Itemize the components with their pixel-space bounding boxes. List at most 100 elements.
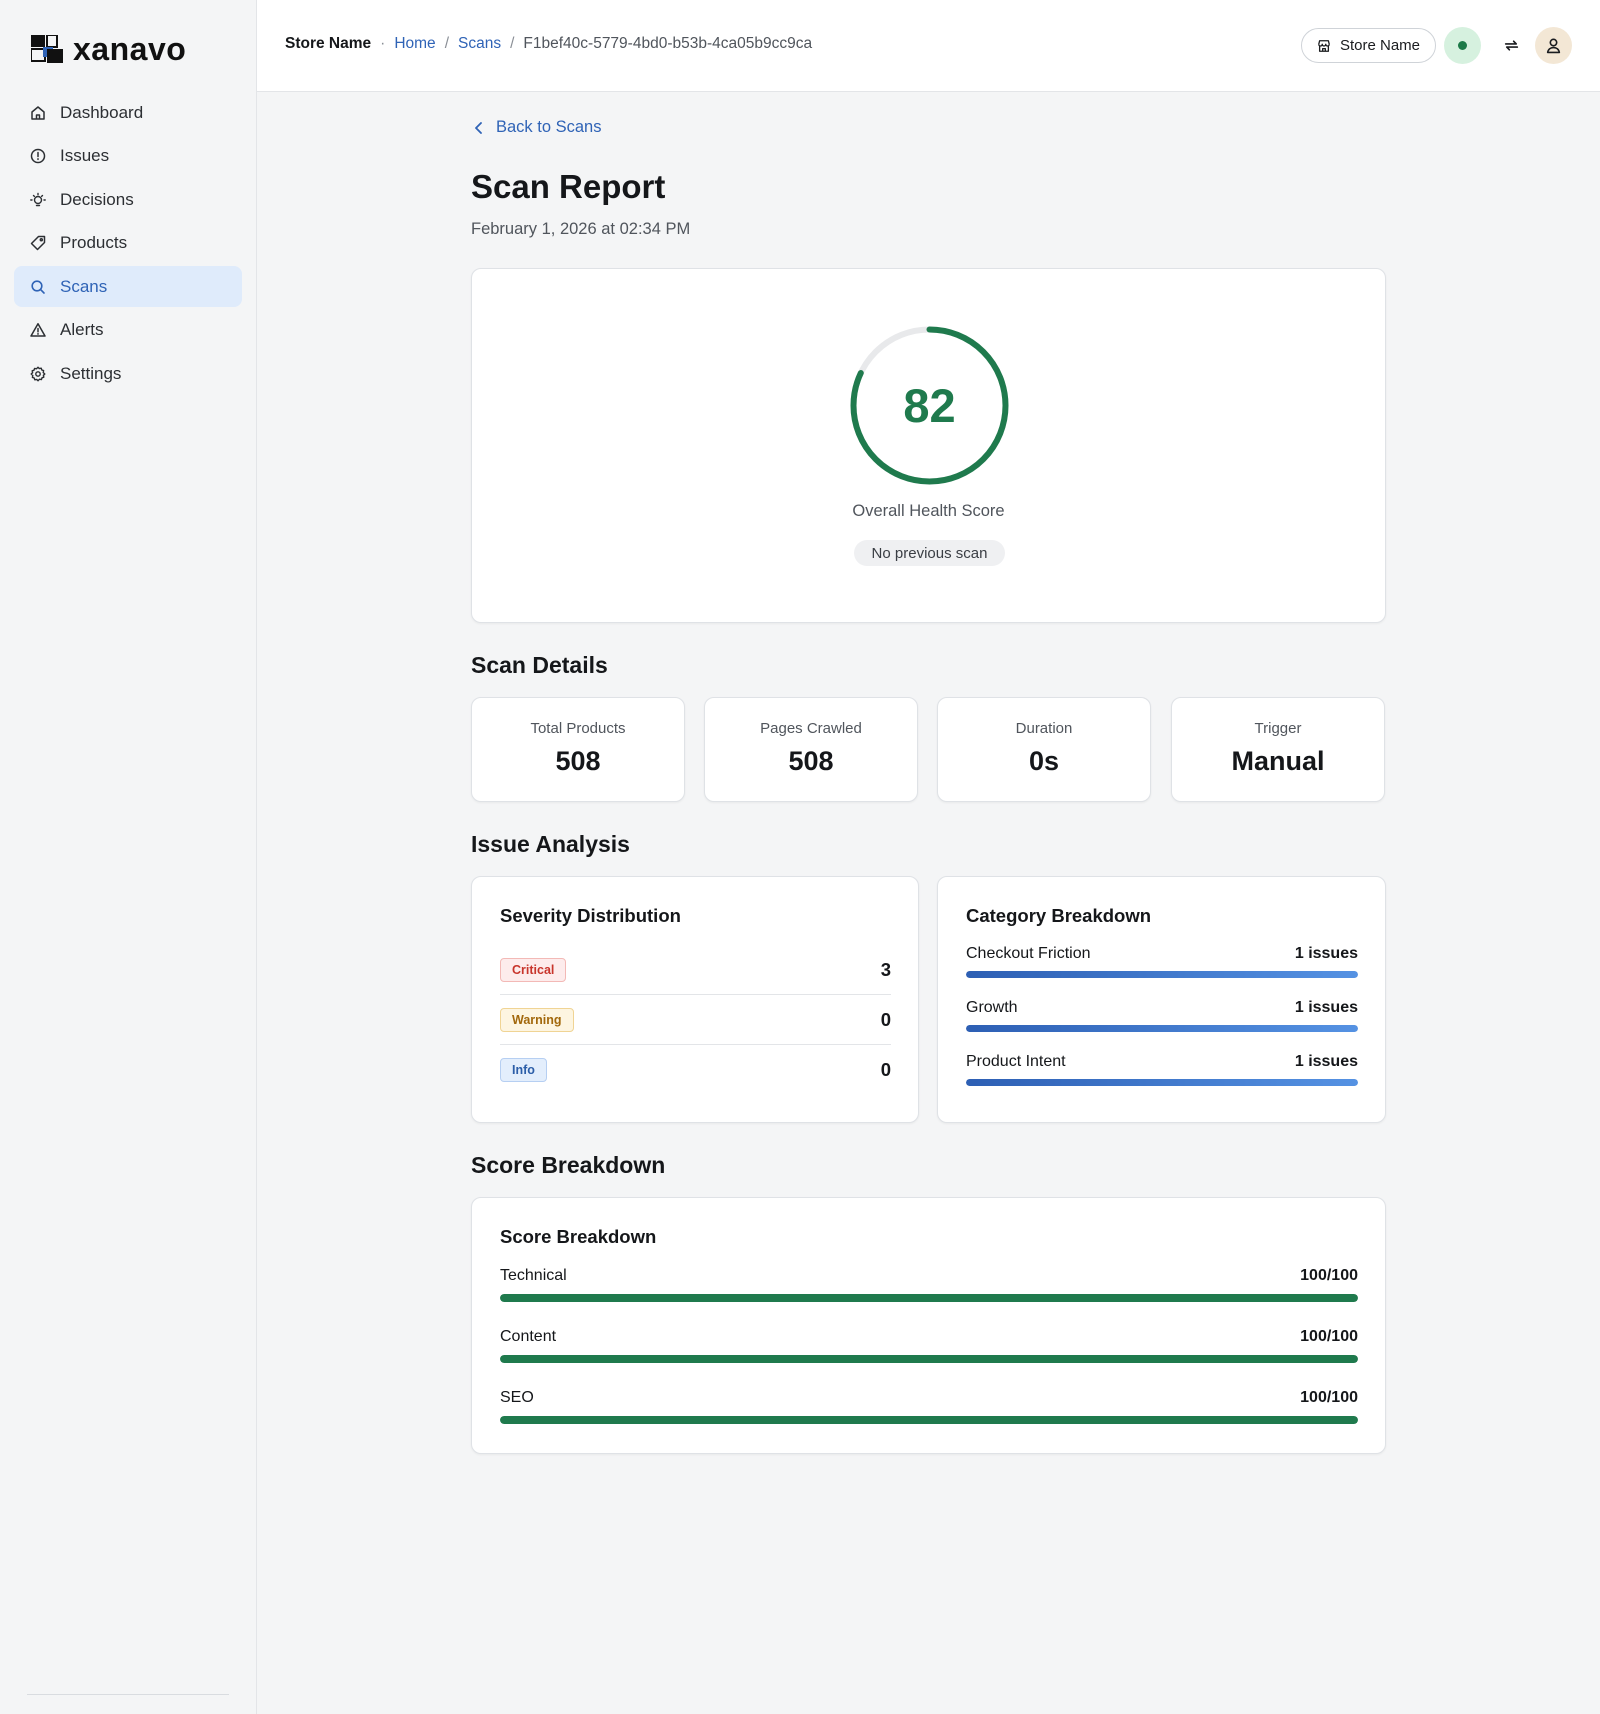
category-label: Product Intent xyxy=(966,1053,1066,1070)
search-icon xyxy=(31,279,45,294)
score-row-seo: SEO 100/100 xyxy=(500,1389,1358,1424)
category-label: Checkout Friction xyxy=(966,945,1091,962)
score-value: 100/100 xyxy=(1300,1267,1358,1284)
score-breakdown-card: Score Breakdown Technical 100/100 Content… xyxy=(471,1197,1386,1454)
score-bar-track xyxy=(500,1416,1358,1424)
category-breakdown-card: Category Breakdown Checkout Friction 1 is… xyxy=(937,876,1386,1123)
back-to-scans-link[interactable]: Back to Scans xyxy=(474,118,601,137)
score-label: SEO xyxy=(500,1389,534,1406)
category-bar-track xyxy=(966,1025,1358,1032)
logo-icon xyxy=(31,34,63,63)
breadcrumb-current: F1bef40c-5779-4bd0-b53b-4ca05b9cc9ca xyxy=(523,35,813,52)
breadcrumb-separator: / xyxy=(510,35,515,52)
category-bar-fill xyxy=(966,971,1358,978)
severity-row-warning: Warning 0 xyxy=(500,995,891,1045)
stat-card-duration: Duration 0s xyxy=(937,697,1151,802)
health-score-value: 82 xyxy=(903,379,956,432)
health-score-card: 82 Overall Health Score No previous scan xyxy=(471,268,1386,623)
severity-count: 3 xyxy=(880,958,891,980)
scan-details-heading: Scan Details xyxy=(471,652,608,678)
warning-triangle-icon xyxy=(30,323,46,337)
sidebar-item-label: Products xyxy=(60,233,128,252)
tag-icon xyxy=(30,235,46,251)
logo[interactable]: xanavo xyxy=(31,31,186,68)
category-value: 1 issues xyxy=(1294,999,1358,1016)
card-title: Score Breakdown xyxy=(500,1226,657,1247)
sidebar: xanavo Dashboard Issues Decisions Produc… xyxy=(0,0,257,1714)
sidebar-item-label: Scans xyxy=(60,276,108,296)
sidebar-item-products[interactable]: Products xyxy=(14,223,242,264)
stat-card-total-products: Total Products 508 xyxy=(471,697,685,802)
user-icon xyxy=(1546,38,1561,54)
alert-circle-icon xyxy=(30,148,46,164)
category-bar-track xyxy=(966,1079,1358,1086)
stat-label: Duration xyxy=(1015,720,1073,737)
score-label: Technical xyxy=(500,1267,567,1284)
category-row-growth: Growth 1 issues xyxy=(966,999,1358,1032)
stat-value: 508 xyxy=(555,746,601,776)
breadcrumb-home-link[interactable]: Home xyxy=(394,35,435,53)
category-bar-fill xyxy=(966,1025,1358,1032)
sidebar-divider xyxy=(27,1694,229,1695)
severity-count: 0 xyxy=(880,1059,891,1080)
score-row-content: Content 100/100 xyxy=(500,1328,1358,1363)
store-switcher-label: Store Name xyxy=(1339,37,1421,54)
sidebar-item-scans[interactable]: Scans xyxy=(14,266,242,307)
score-bar-track xyxy=(500,1294,1358,1302)
category-bar-track xyxy=(966,971,1358,978)
stat-value: Manual xyxy=(1231,746,1325,776)
warning-badge: Warning xyxy=(500,1007,574,1032)
category-bar-fill xyxy=(966,1079,1358,1086)
breadcrumb-scans-link[interactable]: Scans xyxy=(458,35,501,53)
severity-distribution-card: Severity Distribution Critical 3 Warning… xyxy=(471,876,919,1123)
stat-value: 0s xyxy=(1028,746,1060,776)
severity-count: 0 xyxy=(880,1008,891,1030)
stat-label: Total Products xyxy=(530,720,626,737)
store-switcher-button[interactable]: Store Name xyxy=(1301,28,1436,63)
critical-badge: Critical xyxy=(500,957,567,982)
card-title: Category Breakdown xyxy=(966,905,1152,926)
category-label: Growth xyxy=(966,999,1018,1016)
top-header: Store Name · Home / Scans / F1bef40c-577… xyxy=(257,0,1600,92)
score-bar-track xyxy=(500,1355,1358,1363)
sidebar-item-label: Dashboard xyxy=(60,102,144,122)
refresh-icon xyxy=(1504,40,1519,51)
score-bar-fill xyxy=(500,1355,1358,1363)
card-title: Severity Distribution xyxy=(500,905,681,926)
info-badge: Info xyxy=(500,1058,547,1082)
stat-label: Pages Crawled xyxy=(760,720,862,737)
sidebar-item-dashboard[interactable]: Dashboard xyxy=(14,92,242,133)
sidebar-item-label: Decisions xyxy=(60,189,134,209)
chevron-left-icon xyxy=(475,121,482,134)
breadcrumb: Store Name · Home / Scans / F1bef40c-577… xyxy=(285,35,812,53)
category-value: 1 issues xyxy=(1294,1053,1358,1070)
user-avatar-button[interactable] xyxy=(1535,27,1572,64)
health-score-label: Overall Health Score xyxy=(852,502,1005,520)
sync-button[interactable] xyxy=(1493,27,1530,64)
sidebar-item-issues[interactable]: Issues xyxy=(14,136,242,177)
score-bar-fill xyxy=(500,1416,1358,1424)
score-bar-fill xyxy=(500,1294,1358,1302)
score-row-technical: Technical 100/100 xyxy=(500,1267,1358,1302)
breadcrumb-dot: · xyxy=(380,35,386,52)
sidebar-item-settings[interactable]: Settings xyxy=(14,353,242,394)
lightbulb-icon xyxy=(30,192,46,206)
connection-status-indicator[interactable] xyxy=(1444,27,1481,64)
scan-timestamp: February 1, 2026 at 02:34 PM xyxy=(471,220,691,238)
score-value: 100/100 xyxy=(1300,1389,1358,1406)
severity-row-critical: Critical 3 xyxy=(500,945,891,995)
gear-icon xyxy=(30,366,46,381)
page-title: Scan Report xyxy=(471,168,666,205)
sidebar-item-decisions[interactable]: Decisions xyxy=(14,179,242,220)
status-dot-icon xyxy=(1458,41,1467,50)
issue-analysis-heading: Issue Analysis xyxy=(471,831,630,857)
sidebar-item-label: Alerts xyxy=(60,320,104,339)
breadcrumb-separator: / xyxy=(444,35,449,52)
score-value: 100/100 xyxy=(1300,1328,1358,1345)
sidebar-item-label: Issues xyxy=(60,146,110,165)
sidebar-nav: Dashboard Issues Decisions Products Scan… xyxy=(14,92,242,397)
breadcrumb-store-name: Store Name xyxy=(285,35,372,52)
stat-value: 508 xyxy=(788,746,834,776)
sidebar-item-alerts[interactable]: Alerts xyxy=(14,310,242,351)
sidebar-item-label: Settings xyxy=(60,363,122,383)
